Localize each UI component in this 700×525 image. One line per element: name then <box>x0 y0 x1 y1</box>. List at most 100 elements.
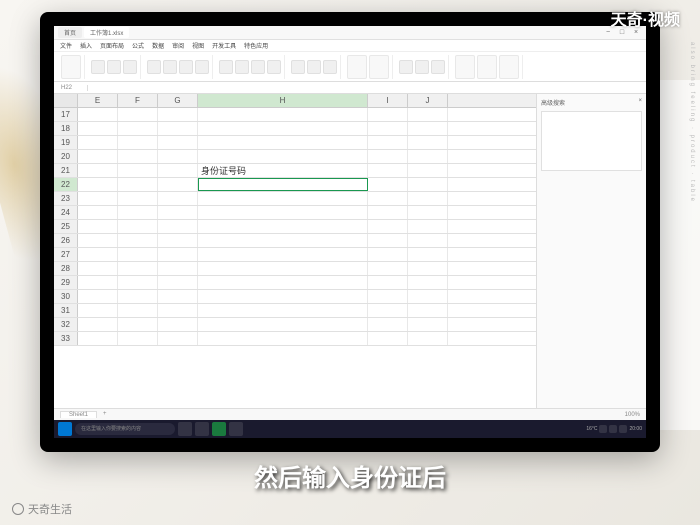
row-header-33[interactable]: 33 <box>54 332 78 345</box>
spreadsheet-grid[interactable]: E F G H I J 1718192021身份证号码2223242526272… <box>54 94 536 408</box>
cell-G17[interactable] <box>158 108 198 121</box>
cell-H18[interactable] <box>198 122 368 135</box>
cell-H17[interactable] <box>198 108 368 121</box>
cell-J30[interactable] <box>408 290 448 303</box>
zoom-level[interactable]: 100% <box>625 412 640 418</box>
cell-I18[interactable] <box>368 122 408 135</box>
cell-F26[interactable] <box>118 234 158 247</box>
cell-I21[interactable] <box>368 164 408 177</box>
underline-button[interactable] <box>179 60 193 74</box>
cell-G20[interactable] <box>158 150 198 163</box>
col-header-e[interactable]: E <box>78 94 118 107</box>
cell-I29[interactable] <box>368 276 408 289</box>
cell-I28[interactable] <box>368 262 408 275</box>
row-header-25[interactable]: 25 <box>54 220 78 233</box>
task-icon[interactable] <box>229 422 243 436</box>
cell-E18[interactable] <box>78 122 118 135</box>
cell-I25[interactable] <box>368 220 408 233</box>
cell-H29[interactable] <box>198 276 368 289</box>
cell-H27[interactable] <box>198 248 368 261</box>
cell-I22[interactable] <box>368 178 408 191</box>
cell-I32[interactable] <box>368 318 408 331</box>
row-header-21[interactable]: 21 <box>54 164 78 177</box>
app-tab-workbook[interactable]: 工作簿1.xlsx <box>84 27 129 38</box>
cell-E17[interactable] <box>78 108 118 121</box>
cell-G22[interactable] <box>158 178 198 191</box>
cell-H20[interactable] <box>198 150 368 163</box>
cell-J22[interactable] <box>408 178 448 191</box>
cell-I33[interactable] <box>368 332 408 345</box>
cell-J21[interactable] <box>408 164 448 177</box>
col-header-f[interactable]: F <box>118 94 158 107</box>
tray-icon[interactable] <box>599 425 607 433</box>
cell-I26[interactable] <box>368 234 408 247</box>
cell-H24[interactable] <box>198 206 368 219</box>
cell-H31[interactable] <box>198 304 368 317</box>
cell-H30[interactable] <box>198 290 368 303</box>
cell-J17[interactable] <box>408 108 448 121</box>
cell-G30[interactable] <box>158 290 198 303</box>
task-icon[interactable] <box>212 422 226 436</box>
cell-J32[interactable] <box>408 318 448 331</box>
format-painter-button[interactable] <box>123 60 137 74</box>
row-header-27[interactable]: 27 <box>54 248 78 261</box>
row-header-31[interactable]: 31 <box>54 304 78 317</box>
filter-button[interactable] <box>431 60 445 74</box>
cell-H23[interactable] <box>198 192 368 205</box>
cell-J25[interactable] <box>408 220 448 233</box>
cell-F32[interactable] <box>118 318 158 331</box>
app-tab-home[interactable]: 首页 <box>58 27 82 38</box>
menu-formula[interactable]: 公式 <box>132 41 144 50</box>
cell-E33[interactable] <box>78 332 118 345</box>
cell-E20[interactable] <box>78 150 118 163</box>
bold-button[interactable] <box>147 60 161 74</box>
cell-I17[interactable] <box>368 108 408 121</box>
cell-J23[interactable] <box>408 192 448 205</box>
cell-F23[interactable] <box>118 192 158 205</box>
cell-I31[interactable] <box>368 304 408 317</box>
tray-icon[interactable] <box>609 425 617 433</box>
cell-F33[interactable] <box>118 332 158 345</box>
menu-special[interactable]: 特色应用 <box>244 41 268 50</box>
align-center-button[interactable] <box>235 60 249 74</box>
cell-H26[interactable] <box>198 234 368 247</box>
cell-F30[interactable] <box>118 290 158 303</box>
worksheet-button[interactable] <box>477 55 497 79</box>
cell-E22[interactable] <box>78 178 118 191</box>
cell-J18[interactable] <box>408 122 448 135</box>
row-header-22[interactable]: 22 <box>54 178 78 191</box>
align-left-button[interactable] <box>219 60 233 74</box>
cell-F18[interactable] <box>118 122 158 135</box>
menu-insert[interactable]: 插入 <box>80 41 92 50</box>
cell-I19[interactable] <box>368 136 408 149</box>
cell-F24[interactable] <box>118 206 158 219</box>
cell-H19[interactable] <box>198 136 368 149</box>
cut-button[interactable] <box>91 60 105 74</box>
cell-F17[interactable] <box>118 108 158 121</box>
row-header-18[interactable]: 18 <box>54 122 78 135</box>
cell-H22[interactable] <box>198 178 368 191</box>
cell-E24[interactable] <box>78 206 118 219</box>
copy-button[interactable] <box>107 60 121 74</box>
freeze-button[interactable] <box>499 55 519 79</box>
menu-review[interactable]: 审阅 <box>172 41 184 50</box>
table-format-button[interactable] <box>369 55 389 79</box>
cell-F20[interactable] <box>118 150 158 163</box>
align-right-button[interactable] <box>251 60 265 74</box>
cell-G19[interactable] <box>158 136 198 149</box>
cell-G25[interactable] <box>158 220 198 233</box>
cell-E26[interactable] <box>78 234 118 247</box>
row-header-26[interactable]: 26 <box>54 234 78 247</box>
cell-H25[interactable] <box>198 220 368 233</box>
cell-E27[interactable] <box>78 248 118 261</box>
menu-view[interactable]: 视图 <box>192 41 204 50</box>
row-header-32[interactable]: 32 <box>54 318 78 331</box>
row-header-20[interactable]: 20 <box>54 150 78 163</box>
conditional-format-button[interactable] <box>347 55 367 79</box>
cell-I20[interactable] <box>368 150 408 163</box>
cell-G33[interactable] <box>158 332 198 345</box>
cell-E30[interactable] <box>78 290 118 303</box>
cell-F21[interactable] <box>118 164 158 177</box>
cell-E28[interactable] <box>78 262 118 275</box>
paste-button[interactable] <box>61 55 81 79</box>
